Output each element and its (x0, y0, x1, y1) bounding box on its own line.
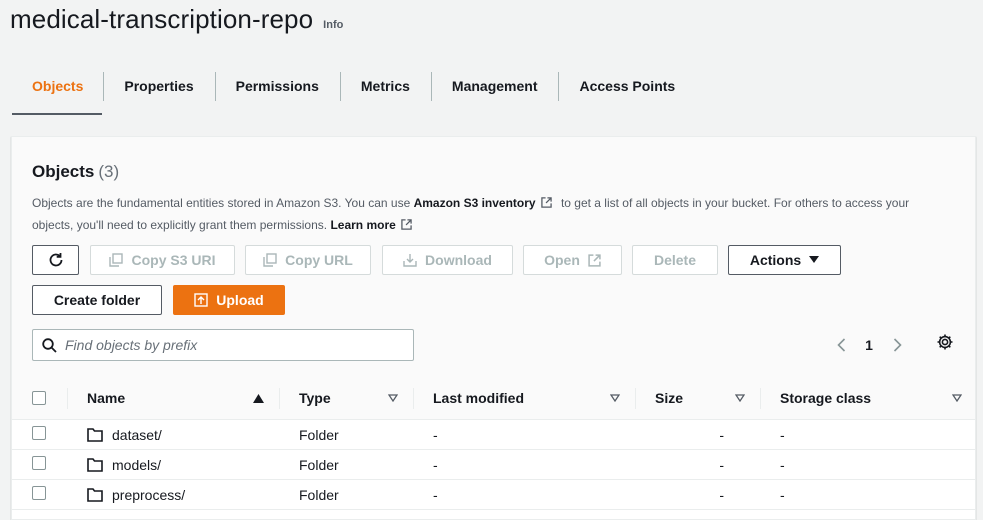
sort-icon (952, 394, 962, 402)
table-header-row: Name Type Last modified Size Storage cla… (12, 377, 975, 420)
create-folder-label: Create folder (53, 292, 141, 308)
actions-dropdown[interactable]: Actions (728, 245, 841, 275)
row-checkbox[interactable] (32, 456, 46, 470)
column-label: Type (299, 390, 331, 406)
column-header-size[interactable]: Size (635, 377, 760, 420)
table-row[interactable]: preprocess/ Folder - - - (12, 480, 975, 510)
external-link-icon[interactable] (540, 197, 552, 208)
column-label: Size (655, 390, 684, 406)
description-text-1: Objects are the fundamental entities sto… (32, 196, 414, 210)
actions-label: Actions (749, 252, 802, 268)
refresh-icon (49, 253, 62, 267)
row-checkbox[interactable] (32, 426, 46, 440)
sort-asc-icon (253, 393, 264, 403)
inventory-link[interactable]: Amazon S3 inventory (414, 196, 536, 210)
copy-icon (263, 253, 277, 267)
object-storage-class: - (780, 426, 785, 443)
caret-down-icon (809, 256, 820, 263)
external-link-icon (588, 253, 601, 267)
sort-icon (388, 394, 398, 402)
tab-properties[interactable]: Properties (103, 70, 214, 102)
next-page-button[interactable] (888, 336, 906, 354)
gear-icon (937, 334, 953, 350)
object-size: - (719, 486, 724, 503)
page-title: medical-transcription-repo (10, 4, 314, 34)
column-label: Name (87, 390, 126, 406)
object-type: Folder (299, 486, 339, 503)
upload-button[interactable]: Upload (173, 285, 285, 315)
column-header-storage-class[interactable]: Storage class (760, 377, 975, 420)
refresh-button[interactable] (32, 245, 79, 275)
folder-icon (87, 487, 103, 502)
object-size: - (719, 456, 724, 473)
active-tab-indicator (12, 113, 102, 115)
upload-label: Upload (216, 292, 264, 308)
column-header-name[interactable]: Name (67, 377, 279, 420)
object-storage-class: - (780, 486, 785, 503)
delete-label: Delete (653, 252, 697, 268)
download-label: Download (425, 252, 492, 268)
delete-button[interactable]: Delete (632, 245, 718, 275)
object-storage-class: - (780, 456, 785, 473)
row-checkbox[interactable] (32, 486, 46, 500)
external-link-icon[interactable] (401, 219, 412, 230)
objects-description: Objects are the fundamental entities sto… (32, 192, 952, 236)
open-button[interactable]: Open (523, 245, 622, 275)
object-name-link[interactable]: dataset/ (112, 427, 162, 443)
object-type: Folder (299, 456, 339, 473)
chevron-left-icon (836, 338, 845, 352)
upload-icon (194, 293, 208, 307)
search-box (32, 329, 414, 361)
tab-management[interactable]: Management (430, 70, 559, 102)
tab-metrics[interactable]: Metrics (339, 70, 431, 102)
pagination: 1 (832, 330, 906, 360)
sort-icon (735, 394, 745, 402)
preferences-button[interactable] (934, 331, 956, 353)
previous-page-button[interactable] (832, 336, 850, 354)
column-header-type[interactable]: Type (279, 377, 413, 420)
objects-heading-label: Objects (32, 162, 95, 181)
column-label: Storage class (780, 390, 872, 406)
copy-s3-uri-button[interactable]: Copy S3 URI (90, 245, 235, 275)
search-icon (42, 337, 57, 353)
table-row[interactable]: models/ Folder - - - (12, 450, 975, 480)
objects-table: Name Type Last modified Size Storage cla… (12, 377, 975, 510)
search-input[interactable] (65, 337, 385, 353)
object-last-modified: - (433, 426, 438, 443)
create-folder-button[interactable]: Create folder (32, 285, 162, 315)
object-type: Folder (299, 426, 339, 443)
object-last-modified: - (433, 456, 438, 473)
copy-url-button[interactable]: Copy URL (245, 245, 371, 275)
table-row[interactable]: dataset/ Folder - - - (12, 420, 975, 450)
tab-bar: Objects Properties Permissions Metrics M… (12, 70, 696, 115)
object-size: - (719, 426, 724, 443)
tab-permissions[interactable]: Permissions (214, 70, 340, 102)
download-button[interactable]: Download (382, 245, 513, 275)
object-last-modified: - (433, 486, 438, 503)
open-label: Open (544, 252, 580, 268)
sort-icon (610, 394, 620, 402)
info-link[interactable]: Info (323, 19, 343, 31)
copy-s3-uri-label: Copy S3 URI (131, 252, 216, 268)
select-all-header (12, 377, 67, 420)
tab-access-points[interactable]: Access Points (558, 70, 696, 102)
learn-more-link[interactable]: Learn more (330, 218, 395, 232)
object-name-link[interactable]: preprocess/ (112, 487, 185, 503)
page-header: medical-transcription-repo Info (10, 4, 343, 34)
folder-icon (87, 427, 103, 442)
object-name-link[interactable]: models/ (112, 457, 161, 473)
page-number[interactable]: 1 (850, 337, 888, 353)
folder-icon (87, 457, 103, 472)
select-all-checkbox[interactable] (32, 391, 46, 405)
tab-objects[interactable]: Objects (12, 70, 103, 102)
objects-panel: Objects (3) Objects are the fundamental e… (11, 136, 976, 520)
column-label: Last modified (433, 390, 525, 406)
chevron-right-icon (893, 338, 902, 352)
objects-count: (3) (98, 162, 120, 181)
copy-icon (109, 253, 124, 267)
column-header-last-modified[interactable]: Last modified (413, 377, 635, 420)
copy-url-label: Copy URL (285, 252, 353, 268)
objects-heading: Objects (3) (32, 162, 119, 182)
download-icon (403, 254, 417, 267)
